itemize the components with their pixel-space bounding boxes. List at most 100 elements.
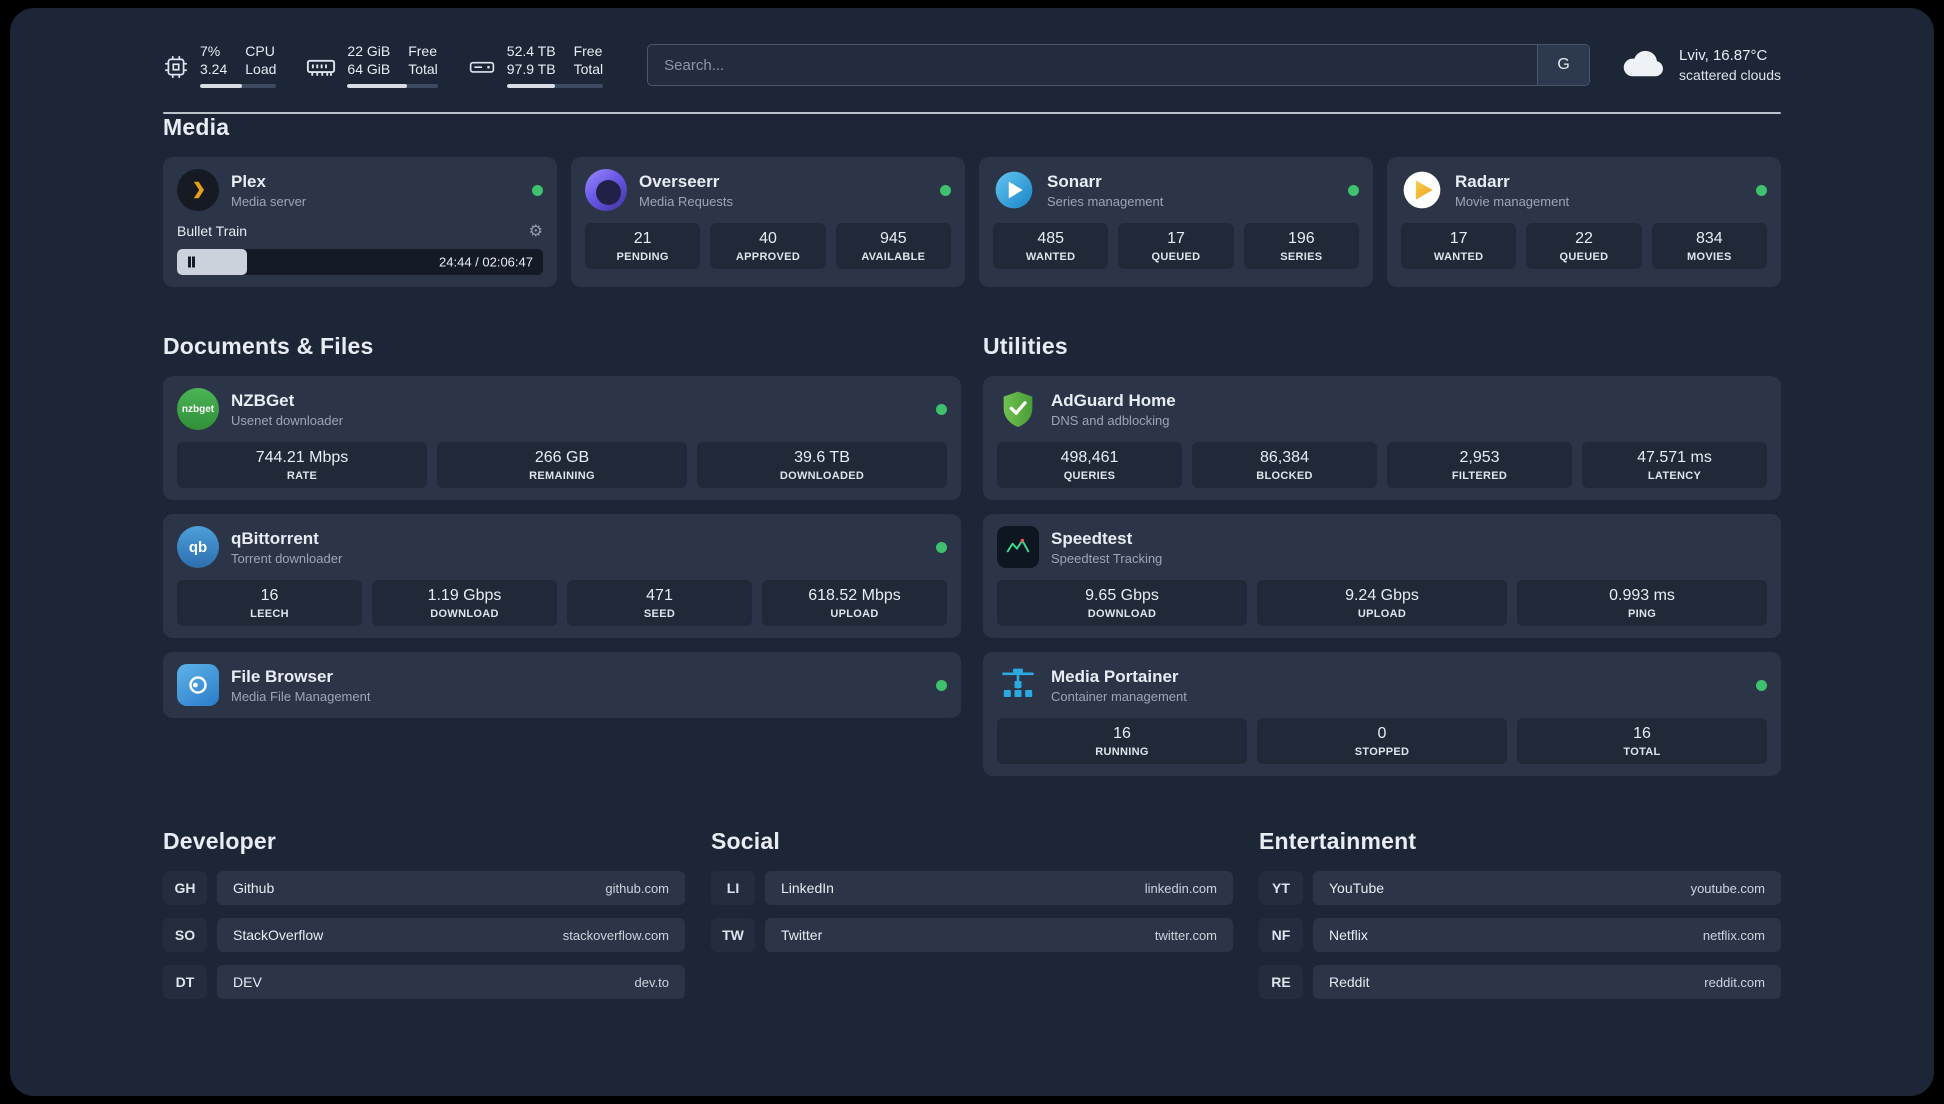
utilities-column: Utilities AdGuard Home DNS and adblockin… bbox=[983, 333, 1781, 776]
bookmark-link[interactable]: Twitter twitter.com bbox=[765, 918, 1233, 952]
bookmark-name: Netflix bbox=[1329, 927, 1368, 943]
playback-progress-bar[interactable]: 24:44 / 02:06:47 bbox=[177, 249, 543, 275]
stat-value: 86,384 bbox=[1260, 449, 1309, 466]
status-dot bbox=[940, 184, 951, 196]
stat-value: 16 bbox=[260, 587, 279, 604]
section-title-utilities: Utilities bbox=[983, 333, 1068, 359]
stat-value: 21 bbox=[633, 230, 652, 247]
bookmark-row: GH Github github.com bbox=[163, 871, 685, 905]
cpu-label2: Load bbox=[245, 61, 277, 77]
stat-label: WANTED bbox=[1433, 251, 1484, 263]
filebrowser-icon bbox=[177, 664, 219, 706]
stat-value: 22 bbox=[1575, 230, 1593, 247]
header-divider bbox=[163, 112, 1781, 114]
stat-value: 744.21 Mbps bbox=[255, 449, 349, 466]
bookmark-abbr: SO bbox=[163, 918, 207, 952]
storage-widget: 52.4 TB 97.9 TB Free Total bbox=[468, 42, 604, 88]
bookmark-link[interactable]: YouTube youtube.com bbox=[1313, 871, 1781, 905]
memory-icon bbox=[306, 46, 336, 88]
stat-value: 16 bbox=[1113, 725, 1131, 742]
app-card-portainer[interactable]: Media Portainer Container management 16 … bbox=[983, 652, 1781, 776]
stat-value: 17 bbox=[1167, 230, 1185, 247]
stat-box: 39.6 TB DOWNLOADED bbox=[697, 442, 947, 488]
bookmark-row: RE Reddit reddit.com bbox=[1259, 965, 1781, 999]
app-subtitle: Speedtest Tracking bbox=[1051, 550, 1163, 566]
search-engine-button[interactable]: G bbox=[1537, 45, 1590, 85]
app-card-qbittorrent[interactable]: qb qBittorrent Torrent downloader 16 LEE… bbox=[163, 514, 961, 638]
storage-free: 52.4 TB bbox=[506, 43, 556, 59]
pause-icon[interactable] bbox=[188, 256, 195, 268]
app-card-sonarr[interactable]: Sonarr Series management 485 WANTED 17 Q… bbox=[979, 157, 1373, 287]
stat-label: RATE bbox=[286, 470, 318, 482]
stats-row: 16 RUNNING 0 STOPPED 16 TOTAL bbox=[997, 718, 1767, 764]
app-card-plex[interactable]: Plex Media server Bullet Train ⚙ 24:44 /… bbox=[163, 157, 557, 287]
storage-icon bbox=[468, 46, 496, 88]
radarr-icon bbox=[1401, 169, 1443, 211]
stat-box: 16 RUNNING bbox=[997, 718, 1247, 764]
app-card-radarr[interactable]: Radarr Movie management 17 WANTED 22 QUE… bbox=[1387, 157, 1781, 287]
now-playing-title: Bullet Train bbox=[177, 223, 248, 239]
developer-bookmarks: GH Github github.com SO StackOverflow st… bbox=[163, 871, 685, 999]
bookmark-link[interactable]: Netflix netflix.com bbox=[1313, 918, 1781, 952]
app-subtitle: Media Requests bbox=[639, 193, 733, 209]
app-name: qBittorrent bbox=[231, 528, 319, 548]
stat-value: 498,461 bbox=[1060, 449, 1119, 466]
status-dot bbox=[936, 541, 947, 553]
bookmark-link[interactable]: Github github.com bbox=[217, 871, 685, 905]
stats-row: 744.21 Mbps RATE 266 GB REMAINING 39.6 T… bbox=[177, 442, 947, 488]
app-subtitle: Media File Management bbox=[231, 688, 371, 704]
stat-label: LEECH bbox=[250, 608, 289, 620]
section-title-social: Social bbox=[711, 828, 780, 854]
nzbget-icon: nzbget bbox=[177, 388, 219, 430]
bookmark-link[interactable]: StackOverflow stackoverflow.com bbox=[217, 918, 685, 952]
cpu-usage: 7% bbox=[200, 43, 221, 59]
bookmark-url: youtube.com bbox=[1690, 880, 1765, 896]
app-name: NZBGet bbox=[231, 390, 295, 410]
app-name: File Browser bbox=[231, 666, 334, 686]
stat-value: 0 bbox=[1377, 725, 1387, 742]
stat-box: 1.19 Gbps DOWNLOAD bbox=[372, 580, 557, 626]
stat-box: 618.52 Mbps UPLOAD bbox=[762, 580, 947, 626]
stat-box: 945 AVAILABLE bbox=[835, 223, 951, 269]
stats-row: 16 LEECH 1.19 Gbps DOWNLOAD 471 SEED 618… bbox=[177, 580, 947, 626]
stats-row: 485 WANTED 17 QUEUED 196 SERIES bbox=[993, 223, 1359, 269]
status-dot bbox=[1348, 184, 1359, 196]
stat-label: QUERIES bbox=[1063, 470, 1116, 482]
cpu-load-average: 3.24 bbox=[200, 61, 228, 77]
bookmark-url: reddit.com bbox=[1704, 974, 1765, 990]
app-card-overseerr[interactable]: Overseerr Media Requests 21 PENDING 40 A… bbox=[571, 157, 965, 287]
stat-label: DOWNLOADED bbox=[779, 470, 865, 482]
status-dot bbox=[1756, 184, 1767, 196]
stat-value: 834 bbox=[1695, 230, 1723, 247]
stat-label: SEED bbox=[643, 608, 676, 620]
bookmark-url: github.com bbox=[605, 880, 669, 896]
bookmark-link[interactable]: Reddit reddit.com bbox=[1313, 965, 1781, 999]
bookmark-abbr: TW bbox=[711, 918, 755, 952]
app-card-nzbget[interactable]: nzbget NZBGet Usenet downloader 744.21 M… bbox=[163, 376, 961, 500]
bookmark-abbr: RE bbox=[1259, 965, 1303, 999]
entertainment-column: Entertainment YT YouTube youtube.com NF … bbox=[1259, 828, 1781, 999]
stat-label: WANTED bbox=[1025, 251, 1076, 263]
stats-row: 498,461 QUERIES 86,384 BLOCKED 2,953 FIL… bbox=[997, 442, 1767, 488]
media-grid: Plex Media server Bullet Train ⚙ 24:44 /… bbox=[163, 157, 1781, 287]
app-card-adguard[interactable]: AdGuard Home DNS and adblocking 498,461 … bbox=[983, 376, 1781, 500]
bookmark-name: LinkedIn bbox=[781, 880, 834, 896]
bookmark-link[interactable]: LinkedIn linkedin.com bbox=[765, 871, 1233, 905]
stat-box: 17 QUEUED bbox=[1118, 223, 1234, 269]
gear-icon[interactable]: ⚙ bbox=[529, 221, 543, 241]
section-title-developer: Developer bbox=[163, 828, 277, 854]
stat-label: AVAILABLE bbox=[861, 251, 926, 263]
stat-box: 0 STOPPED bbox=[1257, 718, 1507, 764]
stat-value: 1.19 Gbps bbox=[427, 587, 502, 604]
stat-value: 9.65 Gbps bbox=[1085, 587, 1159, 604]
stat-value: 2,953 bbox=[1459, 449, 1500, 466]
search-input[interactable] bbox=[648, 45, 1538, 85]
stat-label: BLOCKED bbox=[1256, 470, 1313, 482]
weather-condition: scattered clouds bbox=[1679, 66, 1781, 83]
app-card-filebrowser[interactable]: File Browser Media File Management bbox=[163, 652, 961, 718]
stat-label: RUNNING bbox=[1095, 746, 1149, 758]
bookmark-link[interactable]: DEV dev.to bbox=[217, 965, 685, 999]
app-subtitle: Movie management bbox=[1455, 193, 1570, 209]
stat-label: UPLOAD bbox=[830, 608, 879, 620]
app-card-speedtest[interactable]: Speedtest Speedtest Tracking 9.65 Gbps D… bbox=[983, 514, 1781, 638]
